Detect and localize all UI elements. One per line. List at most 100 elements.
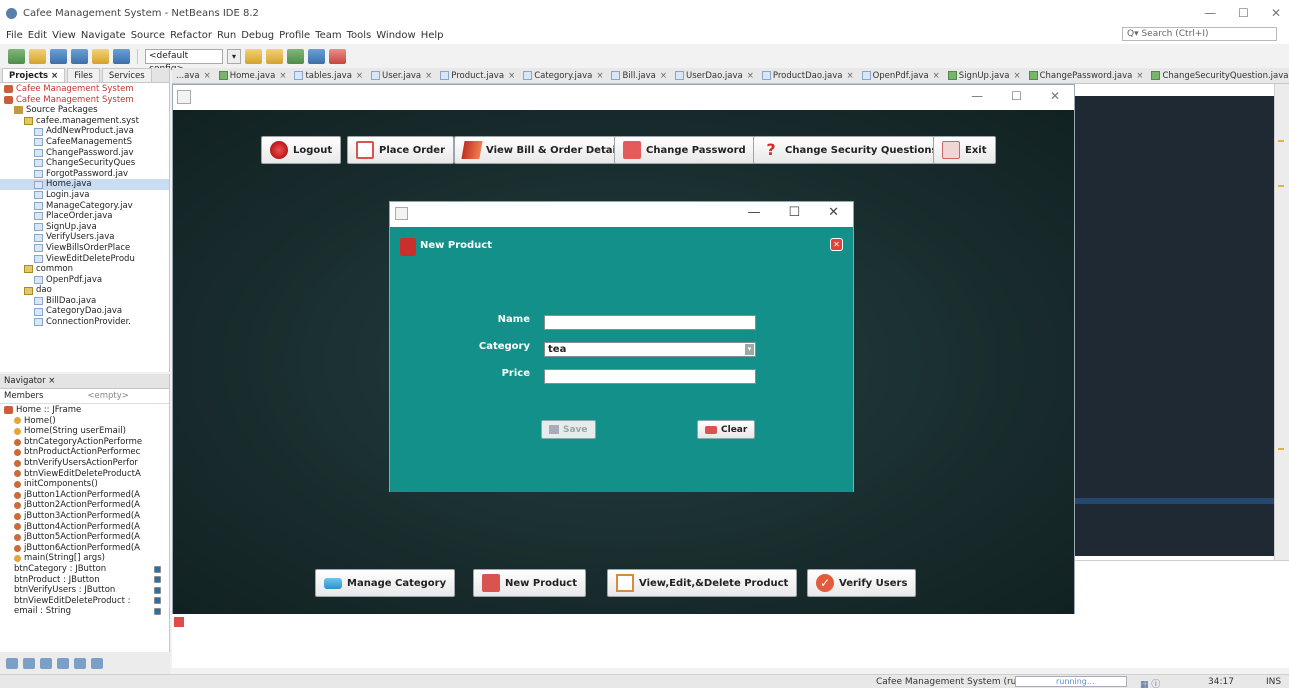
manage-category-button[interactable]: Manage Category bbox=[315, 569, 456, 597]
navigator-item[interactable]: Home :: JFrame bbox=[0, 405, 169, 416]
navigator-item[interactable]: initComponents() bbox=[0, 479, 169, 490]
menu-file[interactable]: File bbox=[6, 30, 23, 41]
price-field[interactable] bbox=[544, 369, 756, 384]
exit-button[interactable]: Exit bbox=[933, 136, 996, 164]
project-tree-item[interactable]: SignUp.java bbox=[0, 222, 169, 233]
inherited-icon[interactable] bbox=[57, 657, 69, 669]
minimize-icon[interactable]: — bbox=[1204, 6, 1216, 20]
navigator-item[interactable]: jButton5ActionPerformed(A bbox=[0, 532, 169, 543]
editor-tab[interactable]: tables.java × bbox=[290, 71, 367, 81]
close-tab-icon[interactable]: × bbox=[279, 71, 286, 81]
navigator-item[interactable]: jButton4ActionPerformed(A bbox=[0, 522, 169, 533]
project-tree-item[interactable]: Source Packages bbox=[0, 105, 169, 116]
menu-help[interactable]: Help bbox=[421, 30, 444, 41]
editor-tab[interactable]: UserDao.java × bbox=[671, 71, 758, 81]
menu-debug[interactable]: Debug bbox=[241, 30, 274, 41]
project-tree-item[interactable]: ViewEditDeleteProdu bbox=[0, 254, 169, 265]
menu-window[interactable]: Window bbox=[376, 30, 415, 41]
menu-view[interactable]: View bbox=[52, 30, 76, 41]
navigator-item[interactable]: jButton6ActionPerformed(A bbox=[0, 543, 169, 554]
close-tab-icon[interactable]: × bbox=[660, 71, 667, 81]
project-tree-item[interactable]: BillDao.java bbox=[0, 296, 169, 307]
project-tree-item[interactable]: common bbox=[0, 264, 169, 275]
close-tab-icon[interactable]: × bbox=[1013, 71, 1020, 81]
navigator-item[interactable]: btnCategory : JButton bbox=[0, 564, 169, 575]
fields-icon[interactable] bbox=[23, 657, 35, 669]
config-select[interactable]: <default config> bbox=[145, 48, 223, 74]
save-button[interactable]: Save bbox=[541, 420, 596, 439]
close-tab-icon[interactable]: × bbox=[596, 71, 603, 81]
project-tree-item[interactable]: CafeeManagementS bbox=[0, 137, 169, 148]
editor-scrollbar[interactable] bbox=[1274, 84, 1289, 560]
clean-build-icon[interactable] bbox=[266, 48, 283, 64]
navigator-item[interactable]: main(String[] args) bbox=[0, 553, 169, 564]
project-tree-item[interactable]: PlaceOrder.java bbox=[0, 211, 169, 222]
run-icon[interactable] bbox=[287, 48, 304, 64]
navigator-item[interactable]: btnProductActionPerformec bbox=[0, 447, 169, 458]
new-file-icon[interactable] bbox=[29, 48, 46, 64]
error-stripe-mark[interactable] bbox=[1278, 185, 1284, 187]
close-tab-icon[interactable]: × bbox=[508, 71, 515, 81]
project-tree-item[interactable]: ManageCategory.jav bbox=[0, 201, 169, 212]
menu-profile[interactable]: Profile bbox=[279, 30, 310, 41]
code-editor[interactable] bbox=[1074, 96, 1274, 556]
tab-services[interactable]: Services bbox=[101, 68, 152, 82]
project-tree-item[interactable]: Login.java bbox=[0, 190, 169, 201]
project-tree-item[interactable]: OpenPdf.java bbox=[0, 275, 169, 286]
close-tab-icon[interactable]: × bbox=[933, 71, 940, 81]
project-tree-item[interactable]: VerifyUsers.java bbox=[0, 232, 169, 243]
project-tree-item[interactable]: ConnectionProvider. bbox=[0, 317, 169, 328]
new-product-button[interactable]: New Product bbox=[473, 569, 586, 597]
editor-tab[interactable]: Category.java × bbox=[519, 71, 607, 81]
editor-tab[interactable]: ProductDao.java × bbox=[758, 71, 858, 81]
navigator-item[interactable]: Home() bbox=[0, 416, 169, 427]
notifications-icon[interactable]: ▦ ⓘ bbox=[1140, 677, 1160, 688]
menu-team[interactable]: Team bbox=[315, 30, 341, 41]
close-tab-icon[interactable]: × bbox=[356, 71, 363, 81]
navigator-item[interactable]: btnViewEditDeleteProduct : bbox=[0, 596, 169, 607]
maximize-icon[interactable]: ☐ bbox=[1238, 6, 1249, 20]
minimize-icon[interactable]: — bbox=[971, 89, 983, 103]
maximize-icon[interactable]: ☐ bbox=[788, 205, 800, 220]
editor-tab[interactable]: ChangeSecurityQuestion.java...× bbox=[1147, 71, 1289, 81]
project-tree-item[interactable]: Cafee Management System bbox=[0, 84, 169, 95]
place-order-button[interactable]: Place Order bbox=[347, 136, 455, 164]
project-tree-item[interactable]: AddNewProduct.java bbox=[0, 126, 169, 137]
editor-tab[interactable]: ChangePassword.java × bbox=[1025, 71, 1148, 81]
close-icon[interactable]: ✕ bbox=[828, 205, 839, 220]
view-edit-delete-product-button[interactable]: View,Edit,&Delete Product bbox=[607, 569, 798, 597]
editor-tab[interactable]: ...ava × bbox=[172, 71, 215, 81]
navigator-item[interactable]: btnViewEditDeleteProductA bbox=[0, 469, 169, 480]
logout-button[interactable]: Logout bbox=[261, 136, 342, 164]
navigator-item[interactable]: Home(String userEmail) bbox=[0, 426, 169, 437]
name-field[interactable] bbox=[544, 315, 756, 330]
editor-tab[interactable]: User.java × bbox=[367, 71, 436, 81]
minimize-icon[interactable]: — bbox=[747, 205, 760, 220]
close-tab-icon[interactable]: × bbox=[747, 71, 754, 81]
close-icon[interactable]: ✕ bbox=[1050, 89, 1060, 103]
change-security-questions-button[interactable]: ? Change Security Questions bbox=[753, 136, 947, 164]
project-tree-item[interactable]: ViewBillsOrderPlace bbox=[0, 243, 169, 254]
menu-navigate[interactable]: Navigate bbox=[81, 30, 126, 41]
change-password-button[interactable]: Change Password bbox=[614, 136, 755, 164]
tab-files[interactable]: Files bbox=[67, 68, 100, 82]
undo-icon[interactable] bbox=[92, 48, 109, 64]
verify-users-button[interactable]: ✓ Verify Users bbox=[807, 569, 917, 597]
save-all-icon[interactable] bbox=[71, 48, 88, 64]
navigator-item[interactable]: email : String bbox=[0, 606, 169, 617]
menu-run[interactable]: Run bbox=[217, 30, 236, 41]
build-icon[interactable] bbox=[245, 48, 262, 64]
sort-icon[interactable] bbox=[74, 657, 86, 669]
progress-bar[interactable]: running... bbox=[1015, 676, 1127, 687]
navigator-item[interactable]: jButton2ActionPerformed(A bbox=[0, 500, 169, 511]
error-stripe-mark[interactable] bbox=[1278, 140, 1284, 142]
chevron-down-icon[interactable]: ▾ bbox=[745, 344, 754, 355]
project-tree-item[interactable]: cafee.management.syst bbox=[0, 116, 169, 127]
menu-source[interactable]: Source bbox=[131, 30, 165, 41]
redo-icon[interactable] bbox=[113, 48, 130, 64]
navigator-item[interactable]: btnCategoryActionPerforme bbox=[0, 437, 169, 448]
editor-tab[interactable]: Bill.java × bbox=[607, 71, 671, 81]
navigator-item[interactable]: btnVerifyUsers : JButton bbox=[0, 585, 169, 596]
project-tree-item[interactable]: ChangeSecurityQues bbox=[0, 158, 169, 169]
editor-tab[interactable]: Product.java × bbox=[436, 71, 519, 81]
